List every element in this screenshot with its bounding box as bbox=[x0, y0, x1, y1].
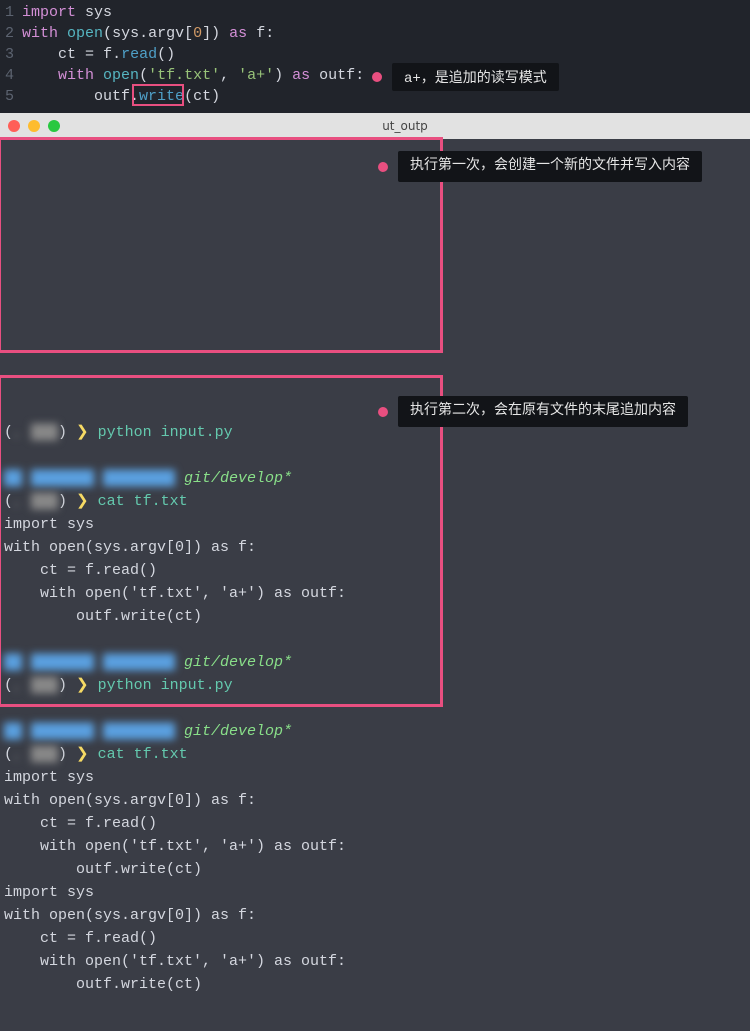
blank-line bbox=[4, 444, 746, 467]
maximize-icon[interactable] bbox=[48, 120, 60, 132]
annotation-second-run: 执行第二次，会在原有文件的末尾追加内容 bbox=[378, 396, 688, 427]
code-content[interactable]: with open(sys.argv[0]) as f: bbox=[22, 23, 750, 44]
line-number: 1 bbox=[0, 2, 22, 23]
annotation-text: a+，是追加的读写模式 bbox=[392, 63, 559, 91]
terminal-output: with open('tf.txt', 'a+') as outf: bbox=[4, 835, 746, 858]
path-line: ██ ███████ ████████ git/develop* bbox=[4, 467, 746, 490]
terminal-output: outf.write(ct) bbox=[4, 605, 746, 628]
line-number: 2 bbox=[0, 23, 22, 44]
annotation-aplus: a+，是追加的读写模式 bbox=[372, 63, 559, 91]
terminal-output: ct = f.read() bbox=[4, 559, 746, 582]
terminal-output: with open(sys.argv[0]) as f: bbox=[4, 904, 746, 927]
minimize-icon[interactable] bbox=[28, 120, 40, 132]
terminal-output: ct = f.read() bbox=[4, 927, 746, 950]
path-line: ██ ███████ ████████ git/develop* bbox=[4, 651, 746, 674]
terminal-output: import sys bbox=[4, 881, 746, 904]
terminal-output: import sys bbox=[4, 513, 746, 536]
window-title: ut_outp bbox=[68, 119, 742, 133]
annotation-text: 执行第二次，会在原有文件的末尾追加内容 bbox=[398, 396, 688, 427]
annotation-text: 执行第一次，会创建一个新的文件并写入内容 bbox=[398, 151, 702, 182]
terminal-output: with open('tf.txt', 'a+') as outf: bbox=[4, 582, 746, 605]
highlight-first-run bbox=[0, 137, 443, 353]
code-content[interactable]: ct = f.read() bbox=[22, 44, 750, 65]
bullet-icon bbox=[378, 407, 388, 417]
terminal-output: with open('tf.txt', 'a+') as outf: bbox=[4, 950, 746, 973]
terminal[interactable]: 执行第一次，会创建一个新的文件并写入内容 执行第二次，会在原有文件的末尾追加内容… bbox=[0, 139, 750, 1031]
prompt-line: (, ███) ❯ cat tf.txt bbox=[4, 743, 746, 766]
terminal-output: outf.write(ct) bbox=[4, 973, 746, 996]
bullet-icon bbox=[372, 72, 382, 82]
line-number: 5 bbox=[0, 86, 22, 107]
close-icon[interactable] bbox=[8, 120, 20, 132]
annotation-first-run: 执行第一次，会创建一个新的文件并写入内容 bbox=[378, 151, 702, 182]
blank-line bbox=[4, 628, 746, 651]
terminal-output: with open(sys.argv[0]) as f: bbox=[4, 789, 746, 812]
terminal-output: ct = f.read() bbox=[4, 812, 746, 835]
code-line[interactable]: 3 ct = f.read() bbox=[0, 44, 750, 65]
blank-line bbox=[4, 697, 746, 720]
window-titlebar: ut_outp bbox=[0, 113, 750, 139]
prompt-line: (, ███) ❯ cat tf.txt bbox=[4, 490, 746, 513]
path-line: ██ ███████ ████████ git/develop* bbox=[4, 720, 746, 743]
code-content[interactable]: import sys bbox=[22, 2, 750, 23]
line-number: 3 bbox=[0, 44, 22, 65]
line-number: 4 bbox=[0, 65, 22, 86]
bullet-icon bbox=[378, 162, 388, 172]
code-editor: 1import sys2with open(sys.argv[0]) as f:… bbox=[0, 0, 750, 113]
terminal-output: with open(sys.argv[0]) as f: bbox=[4, 536, 746, 559]
terminal-output: import sys bbox=[4, 766, 746, 789]
terminal-output: outf.write(ct) bbox=[4, 858, 746, 881]
prompt-line: (, ███) ❯ python input.py bbox=[4, 674, 746, 697]
code-line[interactable]: 1import sys bbox=[0, 2, 750, 23]
code-line[interactable]: 2with open(sys.argv[0]) as f: bbox=[0, 23, 750, 44]
